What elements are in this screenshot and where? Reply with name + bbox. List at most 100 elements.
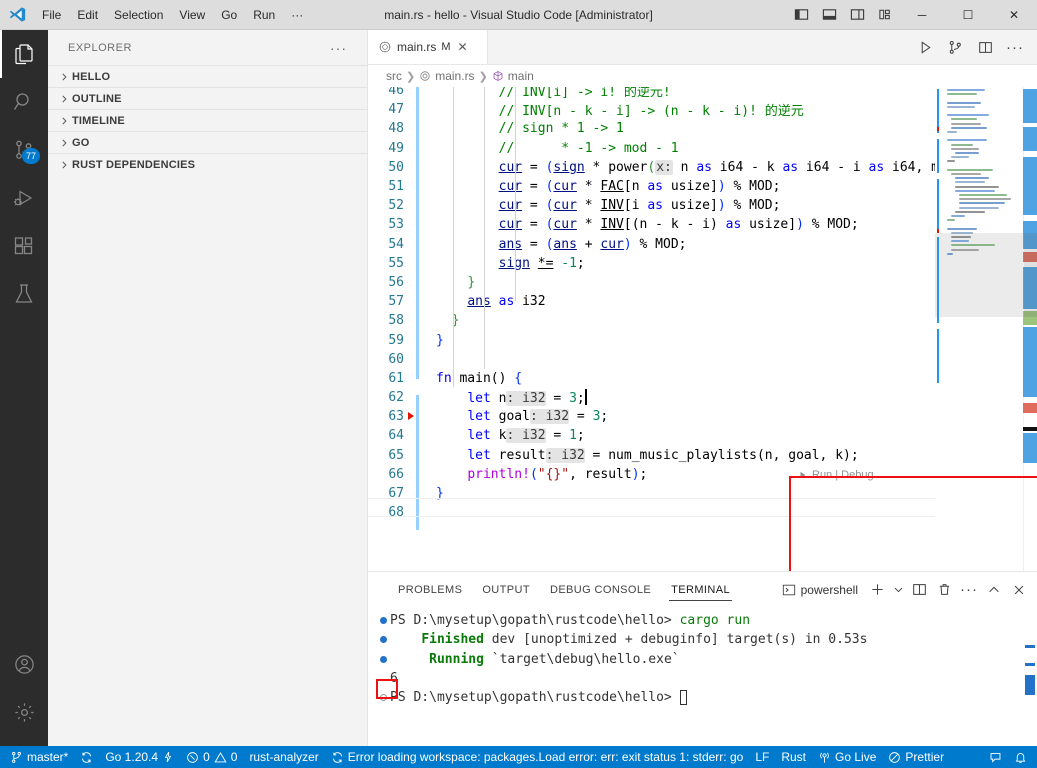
sidebar-section-outline[interactable]: OUTLINE	[48, 87, 367, 109]
codelens-run-debug[interactable]: Run | Debug	[798, 465, 874, 484]
window-maximize-button[interactable]: ☐	[945, 0, 991, 30]
status-sync[interactable]	[74, 746, 99, 768]
terminal-text: PS D:\mysetup\gopath\rustcode\hello>	[390, 613, 680, 629]
activitybar-item-testing[interactable]	[0, 270, 48, 318]
status-language-mode[interactable]: Rust	[775, 746, 812, 768]
new-terminal-icon[interactable]	[865, 572, 889, 607]
status-problems[interactable]: 0 0	[180, 746, 243, 768]
warning-icon	[214, 751, 227, 764]
terminal-dropdown-icon[interactable]	[890, 572, 906, 607]
tab-main-rs[interactable]: main.rs M ✕	[368, 30, 488, 64]
panel-right-icon[interactable]	[843, 0, 871, 30]
breadcrumb-item-src[interactable]: src	[386, 69, 402, 83]
menu-view[interactable]: View	[171, 0, 213, 30]
panel-left-icon[interactable]	[787, 0, 815, 30]
split-terminal-icon[interactable]	[907, 572, 931, 607]
editor-scrollable[interactable]: 46 // INV[i] -> i! 的逆元! 47 // INV[n - k -…	[368, 87, 1037, 571]
more-actions-icon[interactable]: ···	[1001, 30, 1029, 65]
sidebar-section-timeline[interactable]: TIMELINE	[48, 109, 367, 131]
menu-bar[interactable]: File Edit Selection View Go Run ···	[34, 0, 311, 30]
menu-selection[interactable]: Selection	[106, 0, 171, 30]
sidebar-section-go[interactable]: GO	[48, 131, 367, 153]
terminal-command-decoration-icon[interactable]	[376, 636, 390, 644]
panel-tab-terminal[interactable]: TERMINAL	[661, 572, 740, 607]
kill-terminal-icon[interactable]	[932, 572, 956, 607]
status-go-version[interactable]: Go 1.20.4	[99, 746, 180, 768]
vscode-logo-icon	[0, 0, 34, 30]
terminal-output[interactable]: PS D:\mysetup\gopath\rustcode\hello> car…	[368, 607, 1037, 746]
split-editor-icon[interactable]	[971, 30, 999, 65]
overview-ruler-mark	[1023, 427, 1037, 431]
menu-more[interactable]: ···	[283, 0, 311, 30]
status-feedback[interactable]	[983, 746, 1008, 768]
code-token: cur	[498, 159, 523, 175]
more-actions-icon[interactable]: ···	[957, 572, 981, 607]
terminal-selector[interactable]: powershell	[776, 572, 864, 607]
chevron-right-icon	[56, 138, 72, 148]
terminal-command-decoration-icon[interactable]	[376, 617, 390, 625]
customize-layout-icon[interactable]	[871, 0, 899, 30]
activitybar-item-settings[interactable]	[0, 688, 48, 736]
panel-tab-debug-console[interactable]: DEBUG CONSOLE	[540, 572, 661, 607]
sidebar-more-actions-icon[interactable]: ···	[330, 40, 347, 56]
code-editor[interactable]: 46 // INV[i] -> i! 的逆元! 47 // INV[n - k -…	[368, 87, 1037, 571]
line-number: 46	[388, 87, 404, 99]
breadcrumb-label: main	[507, 69, 534, 83]
code-token: )	[623, 236, 632, 252]
menu-run[interactable]: Run	[245, 0, 283, 30]
gear-icon	[13, 701, 36, 724]
activitybar-item-search[interactable]	[0, 78, 48, 126]
activitybar-item-source-control[interactable]: 77	[0, 126, 48, 174]
code-token: x:	[655, 159, 673, 175]
terminal-line: Running `target\debug\hello.exe`	[376, 650, 1037, 669]
minimap-line	[951, 215, 965, 217]
status-notifications[interactable]	[1008, 746, 1033, 768]
menu-file[interactable]: File	[34, 0, 69, 30]
panel-tab-output[interactable]: OUTPUT	[472, 572, 540, 607]
tab-close-icon[interactable]: ✕	[458, 40, 468, 54]
status-workspace-error[interactable]: Error loading workspace: packages.Load e…	[325, 746, 750, 768]
terminal-scrollbar-decorations[interactable]	[1025, 607, 1035, 746]
maximize-panel-icon[interactable]	[982, 572, 1006, 607]
panel-tab-problems[interactable]: PROBLEMS	[388, 572, 472, 607]
window-close-button[interactable]: ✕	[991, 0, 1037, 30]
codelens-label[interactable]: Run | Debug	[812, 469, 874, 481]
overview-ruler-mark	[1023, 403, 1037, 413]
status-eol[interactable]: LF	[749, 746, 775, 768]
status-go-label: Go 1.20.4	[105, 750, 159, 764]
minimap[interactable]	[935, 87, 1023, 571]
status-rust-analyzer[interactable]: rust-analyzer	[243, 746, 324, 768]
command-success-dot	[379, 617, 387, 625]
sidebar-section-label: RUST DEPENDENCIES	[72, 158, 196, 171]
run-icon[interactable]	[911, 30, 939, 65]
code-token: ()	[490, 370, 507, 386]
terminal-command-decoration-icon[interactable]	[376, 694, 390, 702]
sidebar-section-hello[interactable]: HELLO	[48, 65, 367, 87]
code-token: , result	[569, 466, 632, 482]
status-branch[interactable]: master*	[4, 746, 74, 768]
terminal-command-decoration-icon[interactable]	[376, 655, 390, 663]
minimap-line	[947, 139, 987, 142]
code-token: k	[758, 159, 783, 175]
menu-edit[interactable]: Edit	[69, 0, 106, 30]
menu-go[interactable]: Go	[213, 0, 245, 30]
window-minimize-button[interactable]: ─	[899, 0, 945, 30]
sidebar-section-rust-dependencies[interactable]: RUST DEPENDENCIES	[48, 153, 367, 175]
breadcrumb-item-main-rs[interactable]: main.rs	[419, 69, 475, 83]
code-token: k	[490, 428, 507, 444]
status-go-live[interactable]: Go Live	[812, 746, 882, 768]
split-run-icon[interactable]	[941, 30, 969, 65]
activitybar-item-extensions[interactable]	[0, 222, 48, 270]
close-panel-icon[interactable]	[1007, 572, 1031, 607]
status-prettier[interactable]: Prettier	[882, 746, 950, 768]
breadcrumb-item-main[interactable]: main	[492, 69, 534, 83]
overview-ruler[interactable]	[1023, 87, 1037, 571]
activitybar-item-run-and-debug[interactable]	[0, 174, 48, 222]
line-number: 61	[388, 370, 404, 386]
activitybar-item-accounts[interactable]	[0, 640, 48, 688]
overview-slider[interactable]	[1024, 233, 1037, 317]
activitybar-item-explorer[interactable]	[0, 30, 48, 78]
panel-bottom-icon[interactable]	[815, 0, 843, 30]
